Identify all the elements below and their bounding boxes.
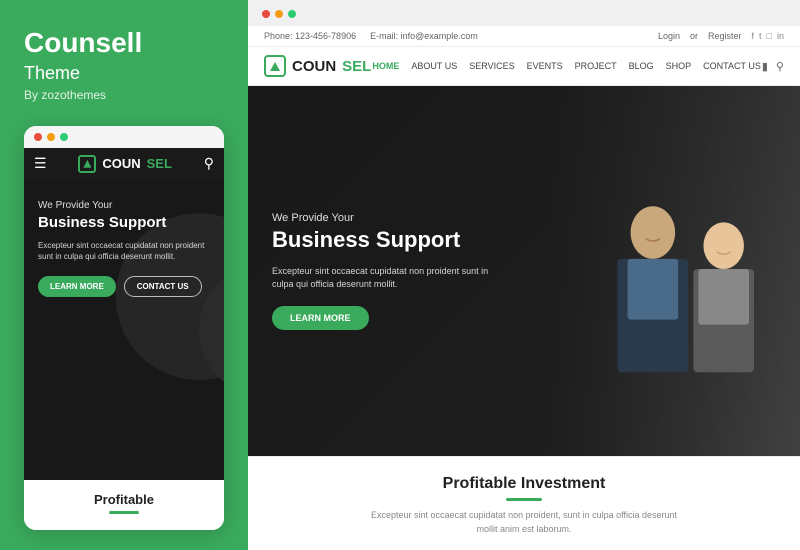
hero-description: Excepteur sint occaecat cupidatat non pr… (272, 265, 504, 292)
logo-box (264, 55, 286, 77)
site-hero: We Provide Your Business Support Excepte… (248, 86, 800, 456)
mobile-hero-description: Excepteur sint occaecat cupidatat non pr… (38, 240, 210, 262)
linkedin-icon[interactable]: in (777, 31, 784, 41)
mobile-profitable-underline (109, 511, 139, 514)
menu-project[interactable]: PROJECT (575, 61, 617, 71)
bottom-description: Excepteur sint occaecat cupidatat non pr… (364, 509, 684, 536)
nav-search-icon[interactable]: ⚲ (776, 60, 784, 73)
hero-content: We Provide Your Business Support Excepte… (248, 184, 528, 357)
mobile-logo: COUN SEL (78, 155, 172, 173)
menu-events[interactable]: EVENTS (527, 61, 563, 71)
mobile-dot-red (34, 133, 42, 141)
topbar-left: Phone: 123-456-78906 E-mail: info@exampl… (264, 31, 478, 41)
hamburger-icon[interactable]: ☰ (34, 155, 47, 172)
mobile-profitable-title: Profitable (38, 492, 210, 507)
mobile-mockup: ☰ COUN SEL ⚲ We Provide Your Business Sup… (24, 126, 224, 530)
menu-shop[interactable]: SHOP (666, 61, 692, 71)
site-logo: COUN SEL (264, 55, 371, 77)
mobile-logo-prefix: COUN (102, 156, 140, 171)
mobile-dot-yellow (47, 133, 55, 141)
dot-red (262, 10, 270, 18)
hero-tagline: We Provide Your (272, 212, 504, 224)
mobile-logo-suffix: SEL (147, 156, 172, 171)
menu-about[interactable]: ABOUT US (411, 61, 457, 71)
menu-contact[interactable]: CONTACT US (703, 61, 761, 71)
theme-author: By zozothemes (24, 88, 224, 102)
logo-triangle-icon (270, 62, 280, 71)
mobile-window-dots (34, 133, 68, 141)
mobile-browser-chrome (24, 126, 224, 148)
topbar-or: or (690, 31, 698, 41)
hero-title: Business Support (272, 228, 504, 252)
site-bottom-section: Profitable Investment Excepteur sint occ… (248, 456, 800, 550)
topbar-phone: Phone: 123-456-78906 (264, 31, 356, 41)
bottom-underline (506, 498, 542, 501)
website-preview: Phone: 123-456-78906 E-mail: info@exampl… (248, 26, 800, 550)
facebook-icon[interactable]: f (752, 31, 755, 41)
nav-icons: ▮ ⚲ (762, 60, 784, 73)
theme-title: Counsell (24, 28, 224, 59)
mobile-hero-buttons: LEARN MORE CONTACT US (38, 276, 210, 297)
mobile-search-icon[interactable]: ⚲ (204, 155, 214, 172)
site-nav: COUN SEL HOME ABOUT US SERVICES EVENTS PR… (248, 47, 800, 86)
mobile-profitable-section: Profitable (24, 480, 224, 530)
window-dots (262, 10, 296, 18)
topbar-right: Login or Register f t □ in (658, 31, 784, 41)
menu-services[interactable]: SERVICES (469, 61, 514, 71)
learn-more-button[interactable]: LEARN MORE (272, 306, 369, 330)
menu-home[interactable]: HOME (372, 61, 399, 71)
site-menu: HOME ABOUT US SERVICES EVENTS PROJECT BL… (372, 61, 760, 71)
mobile-hero: We Provide Your Business Support Excepte… (24, 180, 224, 480)
topbar-email: E-mail: info@example.com (370, 31, 478, 41)
right-panel: Phone: 123-456-78906 E-mail: info@exampl… (248, 0, 800, 550)
mobile-nav: ☰ COUN SEL ⚲ (24, 148, 224, 180)
mobile-logo-box (78, 155, 96, 173)
topbar-login[interactable]: Login (658, 31, 680, 41)
left-panel: Counsell Theme By zozothemes ☰ COUN SEL ⚲… (0, 0, 248, 550)
mobile-hero-title: Business Support (38, 214, 210, 232)
logo-prefix: COUN (292, 58, 336, 75)
browser-chrome (248, 0, 800, 26)
theme-subtitle: Theme (24, 63, 224, 84)
mobile-dot-green (60, 133, 68, 141)
logo-suffix: SEL (342, 58, 371, 75)
instagram-icon[interactable]: □ (767, 31, 772, 41)
dot-green (288, 10, 296, 18)
topbar-register[interactable]: Register (708, 31, 742, 41)
dot-yellow (275, 10, 283, 18)
hero-people-image (496, 86, 800, 456)
twitter-icon[interactable]: t (759, 31, 762, 41)
bottom-title: Profitable Investment (268, 475, 780, 493)
site-topbar: Phone: 123-456-78906 E-mail: info@exampl… (248, 26, 800, 47)
mobile-learn-more-button[interactable]: LEARN MORE (38, 276, 116, 297)
social-icons: f t □ in (752, 31, 784, 41)
cart-icon[interactable]: ▮ (762, 60, 768, 73)
mobile-hero-tagline: We Provide Your (38, 200, 210, 211)
menu-blog[interactable]: BLOG (629, 61, 654, 71)
mobile-contact-us-button[interactable]: CONTACT US (124, 276, 202, 297)
